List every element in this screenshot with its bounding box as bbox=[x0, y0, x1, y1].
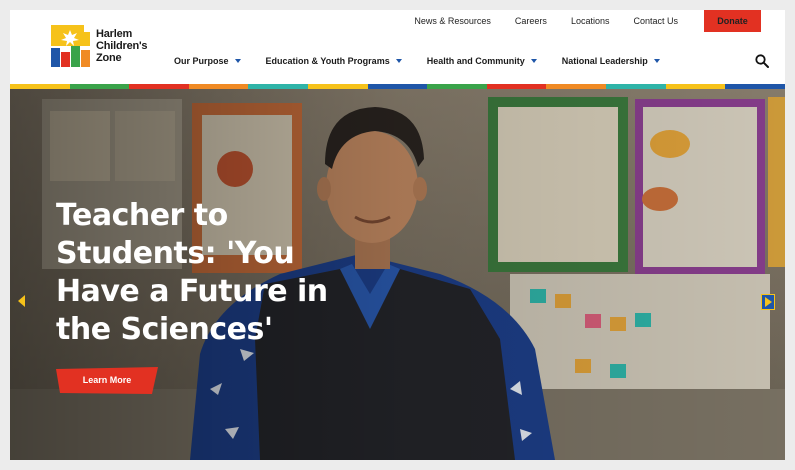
chevron-left-icon[interactable] bbox=[16, 294, 26, 308]
logo-link[interactable]: Harlem Children's Zone bbox=[50, 24, 160, 70]
utility-contact-us[interactable]: Contact Us bbox=[633, 16, 678, 26]
nav-education-label: Education & Youth Programs bbox=[265, 56, 390, 66]
site-header: Harlem Children's Zone News & Resources … bbox=[10, 10, 785, 84]
caret-down-icon bbox=[653, 59, 660, 63]
learn-more-label: Learn More bbox=[82, 375, 132, 385]
caret-down-icon bbox=[395, 59, 402, 63]
nav-national-leadership[interactable]: National Leadership bbox=[562, 56, 660, 66]
nav-our-purpose-label: Our Purpose bbox=[174, 56, 229, 66]
nav-education-youth-programs[interactable]: Education & Youth Programs bbox=[266, 56, 402, 66]
nav-our-purpose[interactable]: Our Purpose bbox=[174, 56, 241, 66]
caret-down-icon bbox=[530, 59, 537, 63]
utility-locations[interactable]: Locations bbox=[571, 16, 610, 26]
search-icon[interactable] bbox=[755, 54, 769, 68]
logo-wordmark: Harlem Children's Zone bbox=[96, 28, 148, 64]
utility-news-resources[interactable]: News & Resources bbox=[414, 16, 491, 26]
nav-health-community[interactable]: Health and Community bbox=[427, 56, 537, 66]
browser-viewport: Harlem Children's Zone News & Resources … bbox=[10, 10, 785, 460]
nav-national-label: National Leadership bbox=[561, 56, 648, 66]
hero-headline: Teacher to Students: 'You Have a Future … bbox=[56, 198, 328, 347]
main-nav: Our Purpose Education & Youth Programs H… bbox=[174, 56, 685, 66]
utility-careers[interactable]: Careers bbox=[515, 16, 547, 26]
logo-line-2: Children's bbox=[96, 40, 148, 52]
caret-down-icon bbox=[234, 59, 241, 63]
nav-health-label: Health and Community bbox=[426, 56, 525, 66]
logo-line-1: Harlem bbox=[96, 28, 133, 40]
donate-button[interactable]: Donate bbox=[704, 10, 761, 32]
hero-carousel: Teacher to Students: 'You Have a Future … bbox=[10, 89, 785, 460]
learn-more-button[interactable]: Learn More bbox=[56, 367, 158, 394]
utility-nav: News & Resources Careers Locations Conta… bbox=[414, 10, 785, 32]
hcz-logo-mark bbox=[50, 24, 91, 68]
chevron-right-icon[interactable] bbox=[761, 294, 775, 310]
logo-line-3: Zone bbox=[96, 52, 122, 64]
